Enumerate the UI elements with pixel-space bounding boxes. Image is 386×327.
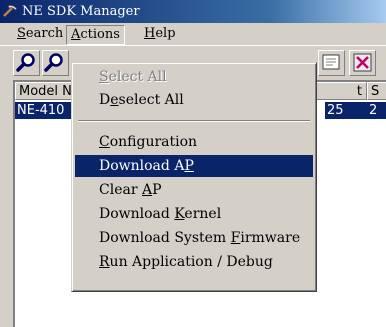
menu-item-select-all: Select All	[99, 69, 167, 85]
menu-separator	[78, 120, 310, 122]
close-button[interactable]	[349, 50, 376, 76]
app-pickaxe-icon	[3, 5, 18, 17]
menu-item-deselect-all[interactable]: Deselect All	[75, 89, 313, 111]
column-header[interactable]: S	[367, 82, 386, 100]
menu-actions[interactable]: Actions	[66, 25, 125, 45]
menu-item-clear-ap[interactable]: Clear AP	[75, 179, 313, 201]
window-title: NE SDK Manager	[22, 4, 140, 19]
menu-item-download-ap[interactable]: Download AP	[75, 155, 313, 177]
menu-help[interactable]: Help	[140, 25, 180, 43]
menu-search[interactable]: Search	[13, 25, 67, 43]
close-x-icon	[353, 53, 372, 72]
menu-item-configuration[interactable]: Configuration	[75, 131, 313, 153]
search-magnifier-icon	[16, 53, 35, 72]
cell-value: 25	[325, 102, 367, 119]
network-button[interactable]	[318, 50, 345, 76]
menu-item-download-kernel[interactable]: Download Kernel	[75, 203, 313, 225]
title-bar[interactable]: NE SDK Manager	[0, 0, 386, 23]
actions-dropdown-menu: Select All Deselect All Configuration Do…	[71, 62, 317, 292]
app-window: NE SDK Manager Search Actions Help Model…	[0, 0, 386, 327]
menu-bar: Search Actions Help	[0, 23, 386, 45]
cell-value: 2	[367, 102, 386, 119]
search-button[interactable]	[13, 50, 40, 76]
search-ip-icon	[44, 53, 63, 72]
network-icon	[322, 54, 340, 70]
menu-item-download-system-firmware[interactable]: Download System Firmware	[75, 227, 313, 249]
menu-item-run-application-debug[interactable]: Run Application / Debug	[75, 251, 313, 273]
search-ip-button[interactable]	[42, 50, 69, 76]
